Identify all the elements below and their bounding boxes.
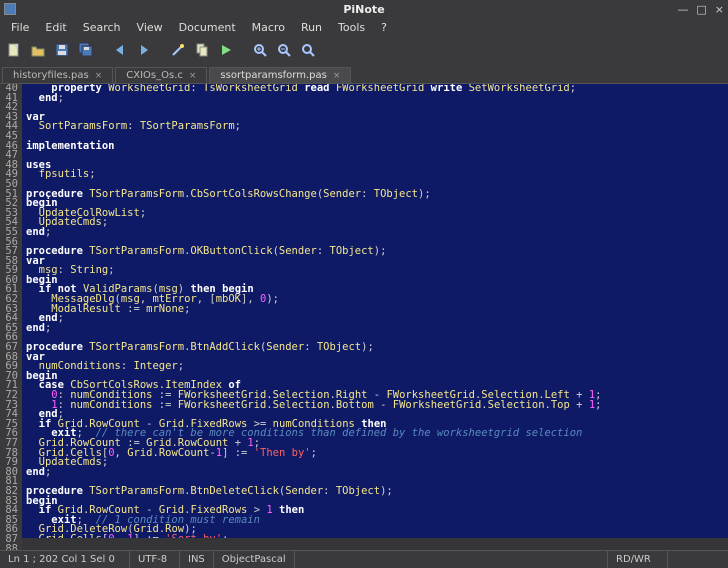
status-readwrite: RD/WR bbox=[608, 551, 668, 568]
horizontal-scrollbar[interactable] bbox=[22, 538, 728, 550]
tab-close-icon[interactable]: × bbox=[189, 71, 197, 81]
run-button[interactable] bbox=[216, 40, 236, 60]
zoom-out-button[interactable] bbox=[274, 40, 294, 60]
minimize-button[interactable]: — bbox=[677, 3, 688, 16]
menu-run[interactable]: Run bbox=[294, 20, 329, 35]
status-insert-mode: INS bbox=[180, 551, 214, 568]
zoom-reset-icon bbox=[300, 42, 316, 58]
wand-icon bbox=[170, 42, 186, 58]
copy-button[interactable] bbox=[192, 40, 212, 60]
maximize-button[interactable]: □ bbox=[696, 3, 706, 16]
tab-label: ssortparamsform.pas bbox=[220, 70, 326, 81]
copy-icon bbox=[194, 42, 210, 58]
menu-file[interactable]: File bbox=[4, 20, 36, 35]
window-controls: — □ × bbox=[677, 3, 724, 16]
open-folder-icon bbox=[30, 42, 46, 58]
tab-historyfiles[interactable]: historyfiles.pas × bbox=[2, 67, 113, 83]
menu-view[interactable]: View bbox=[130, 20, 170, 35]
zoom-in-icon bbox=[252, 42, 268, 58]
save-icon bbox=[54, 42, 70, 58]
forward-button[interactable] bbox=[134, 40, 154, 60]
save-button[interactable] bbox=[52, 40, 72, 60]
tab-label: CXIOs_Os.c bbox=[126, 70, 183, 81]
zoom-out-icon bbox=[276, 42, 292, 58]
menu-macro[interactable]: Macro bbox=[245, 20, 292, 35]
tab-close-icon[interactable]: × bbox=[95, 71, 103, 81]
status-position: Ln 1 ; 202 Col 1 Sel 0 bbox=[0, 551, 130, 568]
line-gutter: 4041424344454647484950515253545556575859… bbox=[0, 84, 22, 550]
back-button[interactable] bbox=[110, 40, 130, 60]
menu-document[interactable]: Document bbox=[172, 20, 243, 35]
command-button[interactable] bbox=[168, 40, 188, 60]
status-encoding: UTF-8 bbox=[130, 551, 180, 568]
editor: 4041424344454647484950515253545556575859… bbox=[0, 84, 728, 550]
tab-label: historyfiles.pas bbox=[13, 70, 89, 81]
zoom-in-button[interactable] bbox=[250, 40, 270, 60]
arrow-right-icon bbox=[136, 42, 152, 58]
menubar: File Edit Search View Document Macro Run… bbox=[0, 18, 728, 36]
save-all-icon bbox=[78, 42, 94, 58]
status-language: ObjectPascal bbox=[214, 551, 295, 568]
status-empty bbox=[668, 551, 728, 568]
menu-edit[interactable]: Edit bbox=[38, 20, 73, 35]
menu-help[interactable]: ? bbox=[374, 20, 394, 35]
arrow-left-icon bbox=[112, 42, 128, 58]
tab-close-icon[interactable]: × bbox=[333, 71, 341, 81]
new-file-icon bbox=[6, 42, 22, 58]
code-area[interactable]: property WorksheetGrid: TsWorksheetGrid … bbox=[22, 84, 601, 550]
toolbar bbox=[0, 36, 728, 64]
menu-tools[interactable]: Tools bbox=[331, 20, 372, 35]
tab-cxios[interactable]: CXIOs_Os.c × bbox=[115, 67, 207, 83]
statusbar: Ln 1 ; 202 Col 1 Sel 0 UTF-8 INS ObjectP… bbox=[0, 550, 728, 568]
status-spacer bbox=[295, 551, 608, 568]
window-title: PiNote bbox=[343, 3, 384, 16]
play-icon bbox=[218, 42, 234, 58]
menu-search[interactable]: Search bbox=[76, 20, 128, 35]
tab-ssortparamsform[interactable]: ssortparamsform.pas × bbox=[209, 67, 351, 83]
zoom-reset-button[interactable] bbox=[298, 40, 318, 60]
open-file-button[interactable] bbox=[28, 40, 48, 60]
new-file-button[interactable] bbox=[4, 40, 24, 60]
document-tabs: historyfiles.pas × CXIOs_Os.c × ssortpar… bbox=[0, 64, 728, 84]
save-all-button[interactable] bbox=[76, 40, 96, 60]
editor-scroll[interactable]: 4041424344454647484950515253545556575859… bbox=[0, 84, 728, 550]
titlebar: PiNote — □ × bbox=[0, 0, 728, 18]
close-button[interactable]: × bbox=[715, 3, 724, 16]
app-icon bbox=[4, 3, 16, 15]
